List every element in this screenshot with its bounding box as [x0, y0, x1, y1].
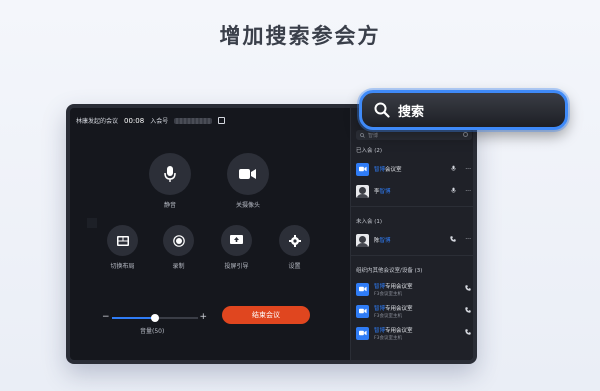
volume-fill	[112, 317, 155, 319]
avatar	[356, 233, 369, 247]
end-meeting-button[interactable]: 结束会议	[222, 306, 310, 324]
more-icon[interactable]: ···	[465, 188, 471, 195]
switch-layout-label: 切换布局	[110, 263, 135, 270]
camera-off-button[interactable]: 关摄像头	[227, 153, 269, 209]
microphone-icon[interactable]	[451, 187, 456, 196]
search-query: 智博	[368, 132, 379, 139]
more-icon[interactable]: ···	[465, 166, 471, 173]
divider	[351, 255, 473, 256]
meeting-main-area: 林康发起的会议 00:08 入会号 静音 关摄像头 切换布局 录制 投屏引导 设…	[70, 108, 350, 360]
record-icon	[163, 225, 194, 256]
list-item[interactable]: 智博专用会议室 F3会议室主机	[351, 278, 473, 300]
camera-off-label: 关摄像头	[235, 202, 260, 209]
volume-label: 音量(50)	[140, 328, 165, 335]
phone-icon[interactable]	[450, 236, 456, 244]
screen-cast-icon	[221, 225, 252, 256]
share-icon[interactable]	[218, 117, 226, 124]
list-item[interactable]: 智博专用会议室 F3会议室主机	[351, 322, 473, 344]
volume-knob[interactable]	[151, 314, 159, 322]
joined-header: 已入会 (2)	[356, 148, 383, 154]
video-camera-icon	[227, 153, 269, 195]
settings-button[interactable]: 设置	[279, 225, 310, 270]
participant-name: 智博会议室	[374, 167, 402, 173]
microphone-icon	[149, 153, 191, 195]
volume-down-icon[interactable]: −	[102, 313, 110, 322]
search-icon	[360, 132, 365, 138]
tablet-device: 林康发起的会议 00:08 入会号 静音 关摄像头 切换布局 录制 投屏引导 设…	[66, 104, 477, 364]
video-room-icon	[356, 162, 369, 176]
list-item[interactable]: 智博专用会议室 F3会议室主机	[351, 300, 473, 322]
participant-search-input[interactable]: 智博	[356, 130, 472, 140]
volume-up-icon[interactable]: +	[199, 313, 207, 322]
list-item[interactable]: 李智博 ···	[351, 180, 473, 202]
settings-label: 设置	[288, 263, 301, 270]
switch-layout-button[interactable]: 切换布局	[107, 225, 138, 270]
side-handle	[87, 218, 97, 228]
list-item[interactable]: 陈智博 ···	[351, 229, 473, 251]
video-room-icon	[356, 326, 369, 340]
participants-panel: 智博 已入会 (2) 智博会议室 ··· 李智博 ··· 未入会 (1) 陈智博…	[350, 108, 473, 360]
mute-label: 静音	[163, 202, 176, 209]
list-item[interactable]: 智博会议室 ···	[351, 158, 473, 180]
phone-icon[interactable]	[465, 307, 471, 315]
gear-icon	[279, 225, 310, 256]
meeting-duration: 00:08	[124, 116, 145, 125]
more-icon[interactable]: ···	[465, 237, 471, 243]
phone-icon[interactable]	[465, 285, 471, 293]
filter-icon[interactable]	[463, 132, 468, 137]
screen-cast-button[interactable]: 投屏引导	[221, 225, 252, 270]
volume-slider[interactable]	[112, 314, 198, 322]
video-room-icon	[356, 282, 369, 296]
device-name: 智博专用会议室	[374, 305, 413, 312]
search-callout-label: 搜索	[398, 104, 425, 120]
phone-icon[interactable]	[465, 329, 471, 337]
divider	[351, 206, 473, 207]
avatar	[356, 184, 369, 198]
record-label: 录制	[172, 263, 185, 270]
video-room-icon	[356, 304, 369, 318]
device-subtitle: F3会议室主机	[374, 291, 402, 297]
device-name: 智博专用会议室	[374, 327, 413, 334]
record-button[interactable]: 录制	[163, 225, 194, 270]
layout-grid-icon	[107, 225, 138, 256]
meeting-id-label: 入会号	[150, 118, 169, 125]
microphone-icon[interactable]	[451, 165, 456, 174]
screen-cast-label: 投屏引导	[224, 263, 249, 270]
meeting-id-value	[174, 117, 213, 124]
participant-name: 李智博	[374, 189, 391, 195]
meeting-host-title: 林康发起的会议	[76, 118, 119, 125]
search-icon	[374, 102, 390, 118]
device-subtitle: F3会议室主机	[374, 313, 402, 319]
meeting-screen: 林康发起的会议 00:08 入会号 静音 关摄像头 切换布局 录制 投屏引导 设…	[70, 108, 473, 360]
not-joined-header: 未入会 (1)	[356, 219, 383, 225]
meeting-topbar: 林康发起的会议 00:08 入会号	[76, 116, 226, 125]
org-devices-header: 组织内其他会议室/设备 (3)	[356, 268, 423, 274]
page-headline: 增加搜索参会方	[219, 24, 381, 48]
participant-name: 陈智博	[374, 238, 391, 244]
device-subtitle: F3会议室主机	[374, 335, 402, 341]
search-callout: 搜索	[359, 90, 568, 130]
device-name: 智博专用会议室	[374, 283, 413, 290]
mute-button[interactable]: 静音	[149, 153, 191, 209]
